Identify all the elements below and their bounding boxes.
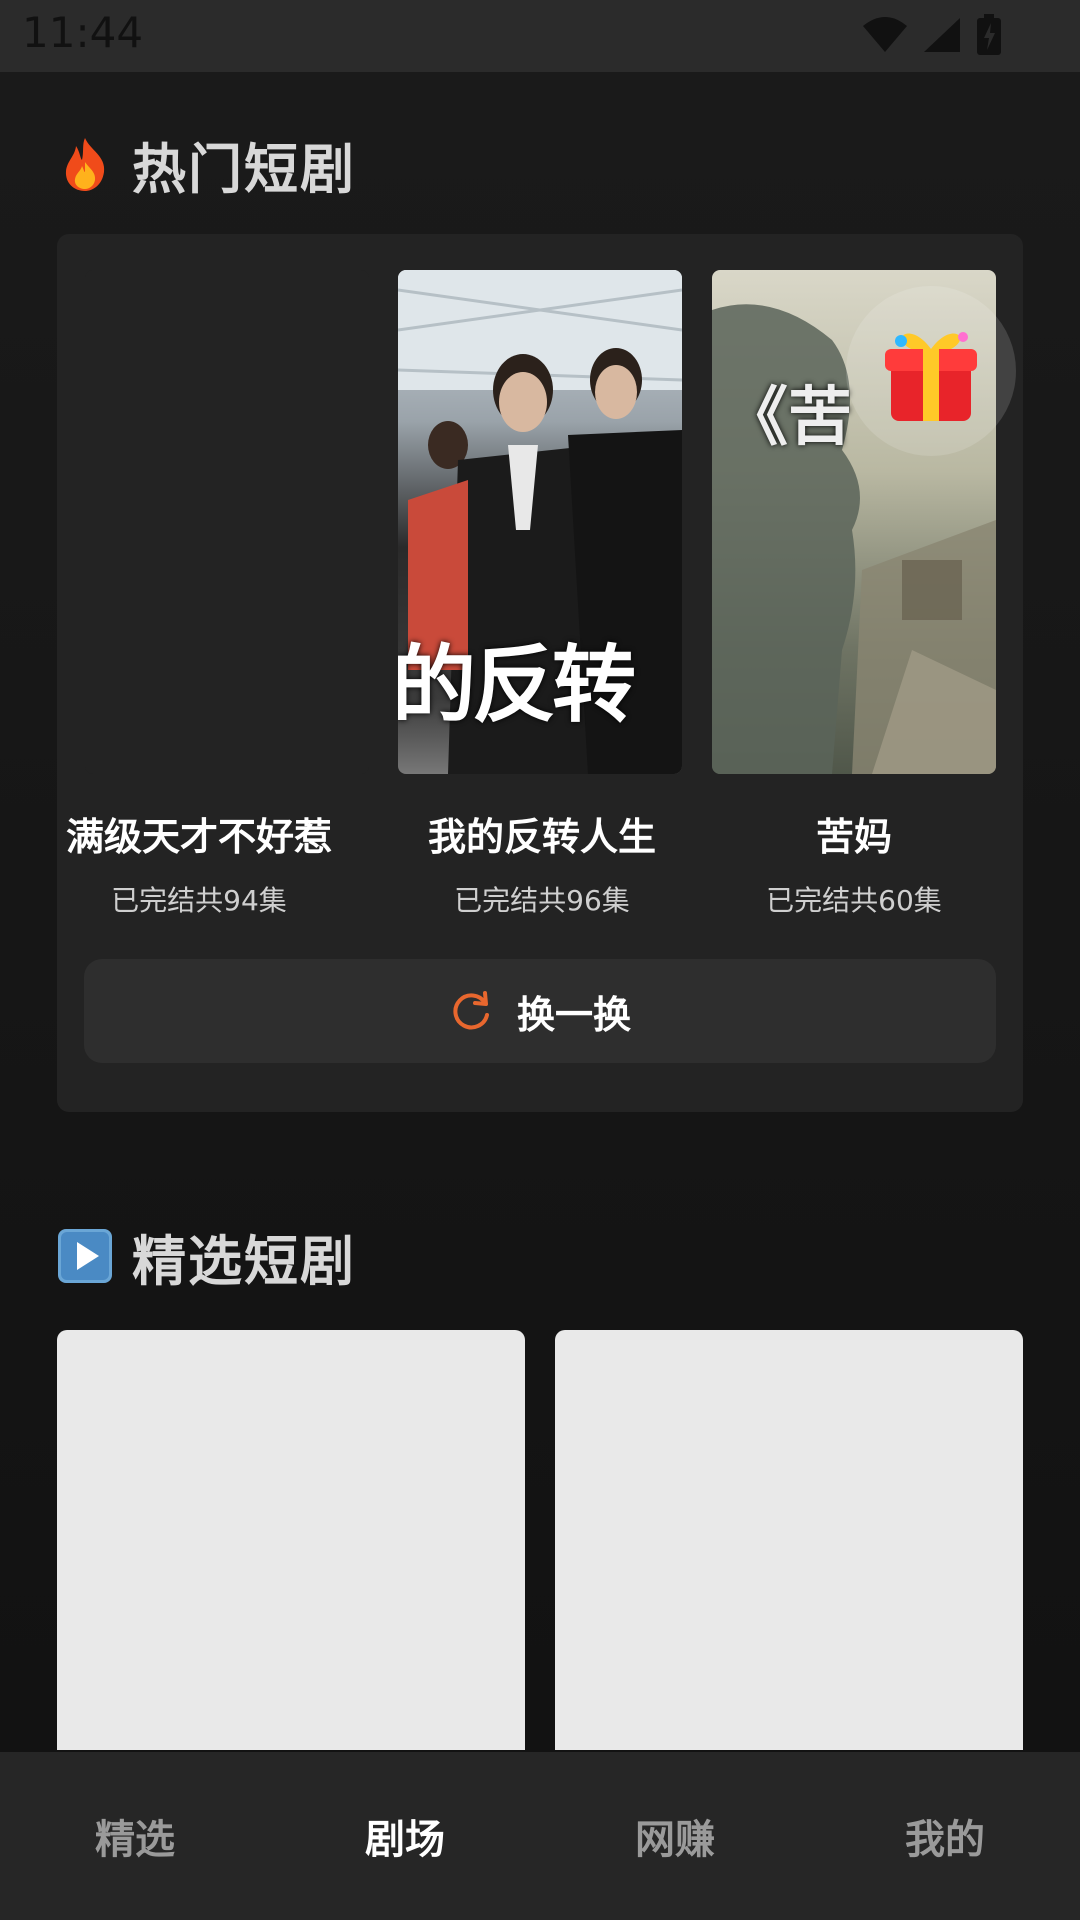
drama-poster-2[interactable]: 的反转: [398, 270, 682, 774]
drama-poster-1[interactable]: [85, 270, 369, 774]
poster-title-text: 《苦: [724, 381, 852, 455]
status-bar: 11:44: [0, 0, 1080, 72]
refresh-label: 换一换: [516, 992, 631, 1037]
featured-section-header: 精选短剧: [56, 1216, 356, 1296]
refresh-icon: [453, 991, 489, 1030]
drama-info-3[interactable]: 苦妈 已完结共60集: [712, 798, 996, 919]
drama-info-1[interactable]: 满级天才不好惹 已完结共94集: [49, 798, 349, 919]
drama-subtitle: 已完结共60集: [766, 884, 942, 917]
nav-item-theater[interactable]: 剧场: [270, 1752, 540, 1920]
signal-icon: [924, 18, 960, 52]
drama-title: 满级天才不好惹: [65, 815, 332, 859]
drama-subtitle: 已完结共94集: [111, 884, 287, 917]
nav-item-earn[interactable]: 网赚: [540, 1752, 810, 1920]
drama-subtitle: 已完结共96集: [454, 884, 630, 917]
featured-card-1[interactable]: [57, 1330, 525, 1750]
status-time: 11:44: [22, 8, 144, 57]
featured-section-title: 精选短剧: [132, 1229, 356, 1293]
bottom-nav: 精选 剧场 网赚 我的: [0, 1752, 1080, 1920]
featured-card-2[interactable]: [555, 1330, 1023, 1750]
gift-box-button[interactable]: [846, 286, 1016, 456]
wifi-icon: [863, 17, 907, 52]
battery-icon: [977, 14, 1001, 55]
drama-title: 我的反转人生: [427, 815, 656, 859]
refresh-button[interactable]: 换一换: [84, 959, 996, 1063]
fire-icon: [56, 135, 114, 193]
hot-section-header: 热门短剧: [56, 124, 356, 204]
nav-item-mine[interactable]: 我的: [810, 1752, 1080, 1920]
status-icons: [862, 14, 1002, 56]
gift-box-icon: [885, 332, 977, 421]
drama-info-2[interactable]: 我的反转人生 已完结共96集: [402, 798, 682, 919]
hot-section-title: 热门短剧: [132, 137, 356, 201]
drama-title: 苦妈: [815, 815, 892, 859]
play-icon: [56, 1227, 114, 1285]
poster-title-text: 的反转: [398, 636, 636, 734]
nav-item-featured[interactable]: 精选: [0, 1752, 270, 1920]
